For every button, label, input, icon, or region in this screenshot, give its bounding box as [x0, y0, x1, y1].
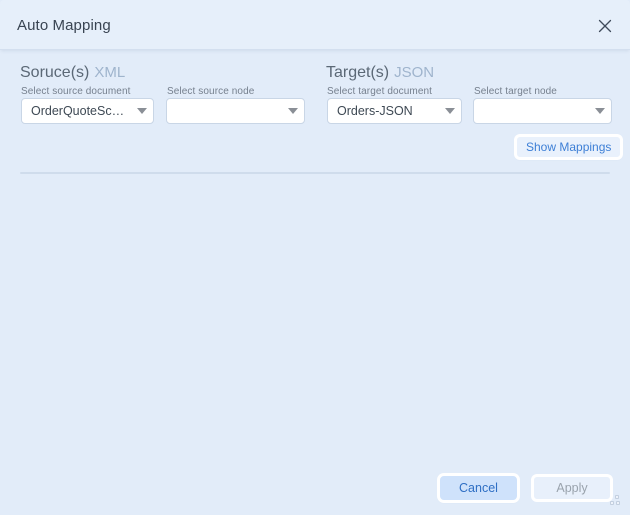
apply-button: Apply [533, 476, 611, 500]
chevron-down-icon [439, 108, 461, 114]
source-node-label: Select source node [167, 86, 255, 97]
source-format-label: XML [94, 64, 126, 81]
source-heading-text: Soruce(s) [20, 64, 90, 81]
cancel-button[interactable]: Cancel [440, 476, 517, 500]
section-divider [20, 172, 610, 174]
target-document-label: Select target document [327, 86, 433, 97]
source-document-select[interactable]: OrderQuoteSche… [21, 98, 154, 124]
apply-button-label: Apply [556, 481, 588, 495]
chevron-down-icon [282, 108, 304, 114]
source-document-label: Select source document [21, 86, 131, 97]
cancel-button-label: Cancel [459, 481, 498, 495]
target-node-select[interactable] [473, 98, 612, 124]
show-mappings-button[interactable]: Show Mappings [516, 136, 622, 158]
mappings-content-area [0, 175, 630, 460]
target-document-value: Orders-JSON [337, 104, 413, 118]
resize-dot [616, 501, 620, 505]
close-icon[interactable] [592, 13, 618, 39]
source-document-value: OrderQuoteSche… [31, 104, 131, 118]
source-panel-heading: Soruce(s) XML [20, 64, 125, 82]
target-format-label: JSON [394, 64, 435, 81]
target-heading-text: Target(s) [326, 64, 390, 81]
source-node-select[interactable] [166, 98, 305, 124]
resize-handle[interactable] [610, 495, 626, 511]
dialog-title: Auto Mapping [17, 17, 111, 34]
auto-mapping-dialog: Auto Mapping Soruce(s) XML Select source … [0, 0, 630, 515]
resize-dot [615, 495, 619, 499]
dialog-titlebar: Auto Mapping [0, 0, 630, 50]
resize-dot [610, 501, 614, 505]
target-document-select[interactable]: Orders-JSON [327, 98, 462, 124]
target-panel-heading: Target(s) JSON [326, 64, 434, 82]
chevron-down-icon [131, 108, 153, 114]
target-node-label: Select target node [474, 86, 557, 97]
chevron-down-icon [589, 108, 611, 114]
show-mappings-label: Show Mappings [526, 140, 612, 154]
